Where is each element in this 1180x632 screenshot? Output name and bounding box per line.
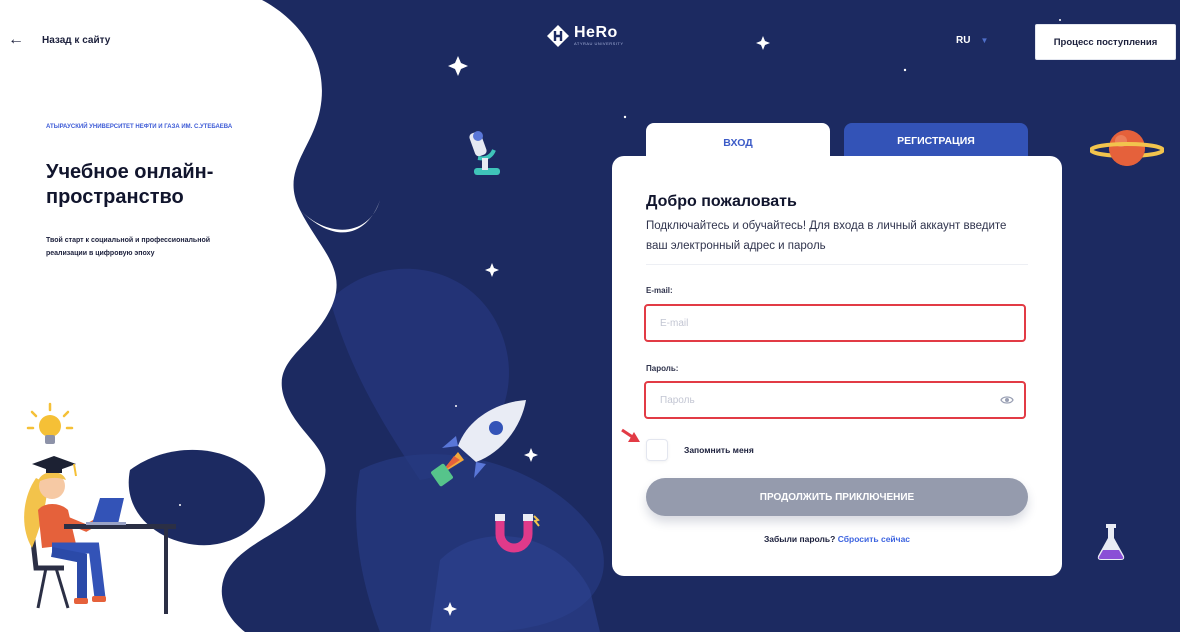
welcome-heading: Добро пожаловать — [646, 193, 797, 210]
login-description: Подключайтесь и обучайтесь! Для входа в … — [646, 220, 1007, 252]
remember-me-checkbox[interactable] — [646, 439, 668, 461]
back-to-site-link[interactable]: ← Назад к сайту — [8, 32, 110, 48]
page-title: Учебное онлайн-пространство — [46, 161, 214, 208]
lightbulb-icon — [26, 402, 74, 444]
logo-subtitle: ATYRAU UNIVERSITY — [574, 41, 624, 46]
back-to-site-label: Назад к сайту — [42, 34, 111, 46]
magnet-icon — [495, 514, 540, 553]
rocket-icon — [431, 400, 526, 487]
red-pointer-arrow-icon — [621, 428, 640, 442]
password-input[interactable] — [646, 383, 994, 417]
chevron-down-icon: ▼ — [980, 36, 989, 45]
admission-process-button[interactable]: Процесс поступления — [1035, 24, 1176, 60]
tab-login[interactable]: ВХОД — [646, 123, 830, 163]
hero-logo[interactable]: HeRo ATYRAU UNIVERSITY — [546, 24, 624, 48]
planet-icon — [1090, 130, 1164, 166]
language-selector[interactable]: RU ▼ — [956, 35, 988, 46]
divider — [646, 264, 1028, 265]
remember-me-label[interactable]: Запомнить меня — [684, 445, 754, 455]
continue-button[interactable]: ПРОДОЛЖИТЬ ПРИКЛЮЧЕНИЕ — [646, 478, 1028, 516]
password-label: Пароль: — [646, 364, 679, 373]
reset-password-link[interactable]: Сбросить сейчас — [838, 534, 910, 544]
language-value: RU — [956, 35, 971, 46]
logo-text: HeRo — [574, 24, 618, 41]
email-input[interactable] — [646, 306, 994, 340]
hero-logo-icon — [547, 25, 569, 47]
student-illustration — [24, 456, 176, 614]
microscope-icon — [469, 131, 500, 175]
password-field-wrapper — [644, 381, 1026, 419]
email-field-wrapper — [644, 304, 1026, 342]
flask-icon — [1097, 524, 1125, 560]
hero-subtitle: Твой старт к социальной и профессиональн… — [46, 237, 211, 257]
back-arrow-icon: ← — [8, 31, 24, 48]
eye-icon[interactable] — [1000, 395, 1014, 405]
email-label: E-mail: — [646, 286, 673, 295]
university-name: АТЫРАУСКИЙ УНИВЕРСИТЕТ НЕФТИ И ГАЗА ИМ. … — [46, 124, 233, 130]
forgot-password-text: Забыли пароль? — [763, 534, 836, 544]
tab-registration[interactable]: РЕГИСТРАЦИЯ — [844, 123, 1028, 159]
forgot-password-row: Забыли пароль? Сбросить сейчас — [646, 534, 1028, 544]
